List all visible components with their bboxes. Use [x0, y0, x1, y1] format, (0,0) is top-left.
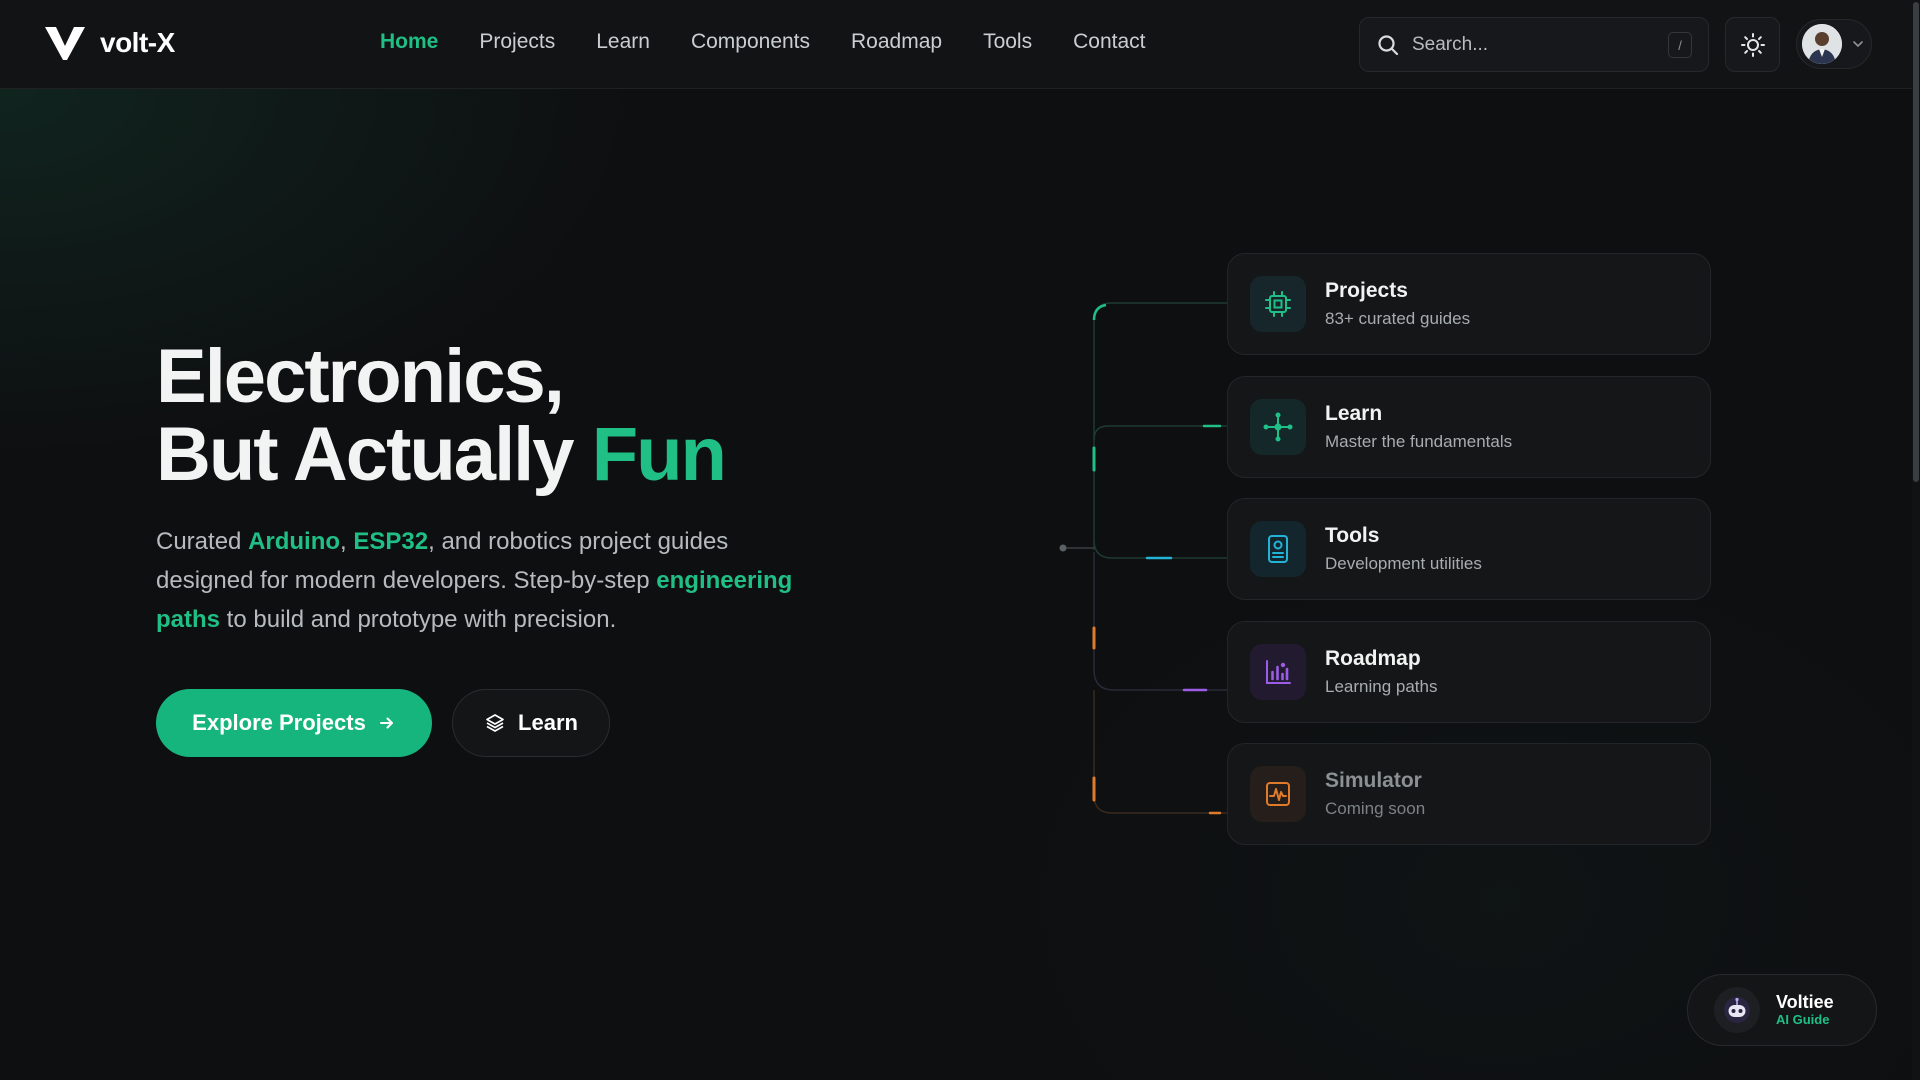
arrow-right-icon — [379, 717, 393, 729]
hero-desc-part: , — [340, 528, 354, 555]
card-icon-box — [1250, 521, 1306, 577]
hero-title-line2: But Actually — [156, 412, 592, 497]
card-title: Learn — [1325, 402, 1383, 425]
learn-button[interactable]: Learn — [452, 689, 610, 757]
device-icon — [1268, 535, 1288, 563]
explore-projects-button[interactable]: Explore Projects — [156, 689, 432, 757]
ai-guide-role: AI Guide — [1776, 1012, 1830, 1027]
ai-guide-text: Voltiee AI Guide — [1776, 992, 1834, 1028]
card-simulator[interactable]: Simulator Coming soon — [1227, 743, 1711, 845]
theme-toggle-button[interactable] — [1725, 17, 1780, 72]
hero-desc-esp32: ESP32 — [353, 528, 429, 555]
nav-link-home[interactable]: Home — [380, 30, 438, 54]
brand-logo[interactable]: volt-X — [44, 24, 175, 62]
nav-link-tools[interactable]: Tools — [983, 30, 1032, 54]
sun-icon — [1740, 32, 1765, 57]
card-icon-box — [1250, 276, 1306, 332]
card-title: Simulator — [1325, 769, 1422, 792]
card-subtitle: Master the fundamentals — [1325, 432, 1513, 451]
card-title: Roadmap — [1325, 647, 1421, 670]
hero-desc-part: to build and prototype with precision. — [220, 606, 617, 633]
search-input[interactable] — [1412, 33, 1662, 56]
volt-logo-icon — [45, 27, 85, 60]
search-shortcut-key: / — [1668, 32, 1692, 58]
nav-link-roadmap[interactable]: Roadmap — [851, 30, 942, 54]
card-learn[interactable]: Learn Master the fundamentals — [1227, 376, 1711, 478]
hero-description: Curated Arduino, ESP32, and robotics pro… — [156, 522, 796, 639]
card-text: Learn Master the fundamentals — [1325, 402, 1512, 452]
user-menu-button[interactable] — [1796, 19, 1872, 69]
chip-icon — [1265, 291, 1291, 317]
search-icon — [1378, 34, 1399, 55]
card-roadmap[interactable]: Roadmap Learning paths — [1227, 621, 1711, 723]
card-subtitle: 83+ curated guides — [1325, 309, 1471, 328]
card-icon-box — [1250, 766, 1306, 822]
circuit-connector-lines — [1059, 302, 1227, 815]
hero-desc-part: Curated — [156, 528, 249, 555]
main-nav: Home Projects Learn Components Roadmap T… — [380, 30, 1145, 54]
card-text: Projects 83+ curated guides — [1325, 279, 1470, 329]
nav-link-learn[interactable]: Learn — [596, 30, 650, 54]
chevron-down-icon — [1853, 41, 1863, 48]
layers-icon — [486, 714, 504, 732]
nav-link-contact[interactable]: Contact — [1073, 30, 1145, 54]
nav-link-projects[interactable]: Projects — [479, 30, 555, 54]
card-subtitle: Development utilities — [1325, 554, 1482, 573]
nav-link-components[interactable]: Components — [691, 30, 810, 54]
bar-chart-icon — [1266, 660, 1291, 684]
scrollbar-thumb[interactable] — [1913, 2, 1919, 482]
waveform-icon — [1266, 782, 1290, 806]
hero-title: Electronics, But Actually Fun — [156, 338, 727, 497]
card-icon-box — [1250, 399, 1306, 455]
card-title: Projects — [1325, 279, 1408, 302]
ai-guide-launcher[interactable]: Voltiee AI Guide — [1687, 974, 1877, 1046]
hero-desc-arduino: Arduino — [248, 528, 341, 555]
card-text: Roadmap Learning paths — [1325, 647, 1437, 697]
learn-button-label: Learn — [518, 710, 578, 735]
brand-name: volt-X — [100, 27, 175, 58]
card-title: Tools — [1325, 524, 1380, 547]
avatar — [1802, 24, 1842, 64]
hero-title-line1: Electronics, — [156, 334, 565, 419]
page-scrollbar[interactable] — [1912, 0, 1920, 1080]
explore-projects-label: Explore Projects — [192, 710, 366, 735]
top-navbar: volt-X Home Projects Learn Components Ro… — [0, 0, 1912, 89]
network-icon — [1263, 412, 1293, 442]
card-text: Tools Development utilities — [1325, 524, 1482, 574]
card-subtitle: Learning paths — [1325, 677, 1438, 696]
search-box[interactable]: / — [1359, 17, 1709, 72]
hero-title-accent: Fun — [591, 412, 727, 497]
robot-icon — [1714, 987, 1760, 1033]
ai-guide-name: Voltiee — [1776, 992, 1834, 1012]
card-tools[interactable]: Tools Development utilities — [1227, 498, 1711, 600]
card-projects[interactable]: Projects 83+ curated guides — [1227, 253, 1711, 355]
card-text: Simulator Coming soon — [1325, 769, 1425, 819]
card-subtitle: Coming soon — [1325, 799, 1426, 818]
card-icon-box — [1250, 644, 1306, 700]
